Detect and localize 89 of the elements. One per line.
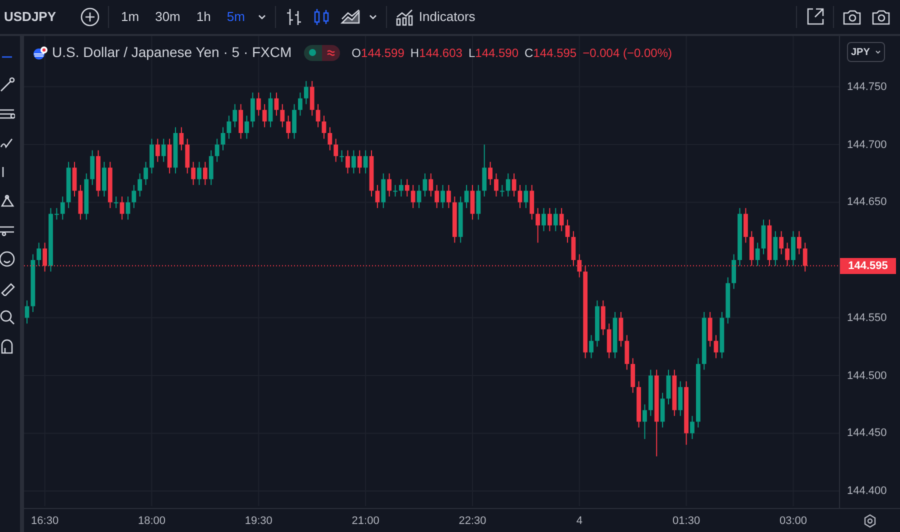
rising-candle [363, 150, 368, 174]
chevron-icon[interactable] [368, 12, 378, 22]
falling-candle [387, 172, 392, 198]
price-change: −0.004 (−0.00%) [582, 44, 672, 62]
price-axis-label: 144.750 [847, 80, 887, 94]
rising-candle [244, 115, 249, 140]
falling-candle [470, 184, 475, 220]
falling-candle [202, 161, 208, 186]
ohlc-value: H144.603 [410, 44, 462, 62]
falling-candle [488, 161, 492, 186]
rising-candle [102, 161, 106, 198]
price-axis-label: 144.500 [847, 368, 887, 382]
rising-candle [48, 208, 53, 272]
interval-button[interactable]: 1h [192, 7, 215, 27]
falling-candle [108, 161, 112, 209]
rising-candle [595, 300, 600, 348]
chevron-icon [874, 49, 881, 55]
ohlc-value: L144.590 [468, 44, 519, 62]
rising-candle [524, 184, 528, 209]
price-axis-label: 144.400 [847, 484, 887, 498]
rising-candle [393, 184, 398, 198]
time-axis-label: 03:00 [779, 514, 807, 529]
time-axis-label: 19:30 [244, 514, 272, 529]
time-axis-label: 21:00 [352, 514, 380, 529]
interval-button[interactable]: 1m [117, 7, 144, 27]
rising-candle [589, 334, 594, 359]
rising-candle [612, 312, 618, 359]
rising-candle [351, 150, 356, 174]
triangle-icon[interactable] [0, 193, 15, 209]
popout-icon[interactable] [805, 7, 825, 27]
ohlc-value: C144.595 [524, 44, 577, 62]
rising-candle [197, 161, 202, 186]
interval-button[interactable]: 5m [222, 7, 249, 27]
trend-line-icon[interactable] [0, 77, 15, 93]
rising-candle [399, 178, 404, 198]
rising-candle [542, 208, 546, 232]
rising-candle [553, 208, 558, 232]
indicators-button[interactable]: Indicators [394, 7, 476, 27]
rising-candle [440, 184, 445, 209]
rising-candle [114, 196, 118, 209]
ohlc-value: O144.599 [352, 44, 404, 62]
smiley-icon[interactable] [0, 251, 15, 267]
zoom-icon[interactable] [0, 309, 15, 325]
rising-candle [268, 92, 273, 128]
add-icon[interactable] [80, 7, 100, 27]
rising-candle [250, 92, 255, 128]
indicators-icon [394, 8, 415, 26]
falling-candle [684, 380, 688, 446]
last-price-tag: 144.595 [840, 258, 896, 274]
time-axis-label: 18:00 [138, 514, 166, 529]
market-status-badge [304, 44, 340, 60]
rising-candle [340, 150, 344, 162]
rising-candle [150, 138, 154, 174]
interval-button[interactable]: 30m [151, 7, 184, 27]
rising-candle [381, 172, 386, 209]
falling-candle [548, 208, 552, 232]
time-axis-label: 16:30 [31, 514, 59, 529]
time-axis-label: 4 [576, 514, 582, 529]
rising-candle [690, 415, 694, 440]
symbol-search[interactable]: USDJPY [4, 7, 56, 27]
rising-candle [773, 230, 778, 266]
rising-candle [173, 126, 178, 174]
magnet-icon[interactable] [0, 338, 15, 354]
settings-icon[interactable] [862, 514, 876, 528]
price-axis-label: 144.450 [847, 426, 887, 440]
price-axis-label: 144.650 [847, 195, 887, 210]
falling-candle [767, 219, 772, 266]
rising-candle [292, 104, 296, 140]
falling-candle [155, 138, 160, 162]
rising-candle [161, 138, 166, 162]
falling-candle [42, 242, 48, 272]
rising-candle [791, 230, 796, 266]
falling-candle [167, 138, 172, 174]
falling-candle [357, 150, 362, 174]
falling-candle [346, 150, 350, 174]
falling-candle [120, 196, 124, 220]
currency-dropdown[interactable]: JPY [847, 42, 885, 62]
price-axis-label: 144.550 [847, 310, 887, 325]
chevron-icon[interactable] [256, 12, 267, 22]
rising-candle [678, 380, 683, 416]
time-axis-label: 01:30 [672, 514, 700, 529]
time-axis-label: 22:30 [458, 514, 486, 529]
chart-title: U.S. Dollar / Japanese Yen · 5 · FXCM [52, 43, 292, 62]
price-axis-label: 144.700 [847, 138, 887, 152]
falling-candle [672, 369, 677, 416]
falling-candle [238, 104, 244, 140]
flag-icon [32, 46, 48, 60]
falling-candle [494, 172, 498, 198]
falling-candle [96, 150, 100, 198]
